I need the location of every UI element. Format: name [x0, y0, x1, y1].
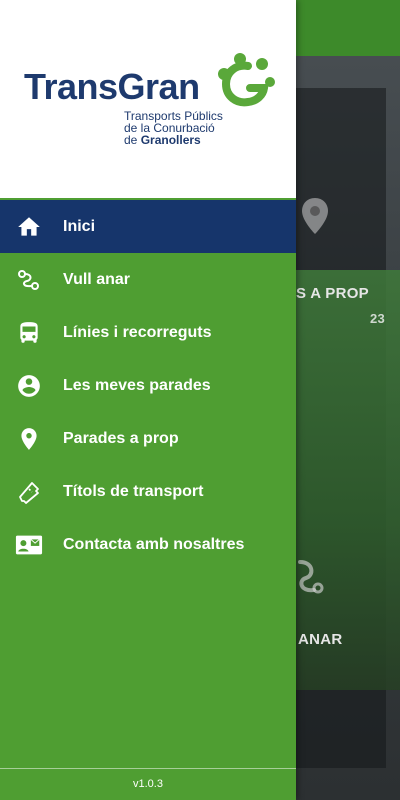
menu-item-label: Contacta amb nosaltres [63, 535, 245, 553]
route-icon [15, 266, 43, 294]
location-pin-icon [15, 425, 43, 453]
bus-icon [15, 319, 43, 347]
brand-logo-icon [218, 53, 275, 107]
menu-item-label: Inici [63, 217, 96, 235]
menu-item-label: Títols de transport [63, 482, 204, 500]
navigation-drawer: TransGran Transports Públics de la Conur… [0, 0, 296, 800]
brand-subtitle-line3-prefix: de [124, 133, 141, 147]
menu-item-inici[interactable]: Inici [0, 200, 296, 253]
background-go-label: ANAR [298, 631, 343, 648]
drawer-header: TransGran Transports Públics de la Conur… [0, 0, 296, 200]
menu-item-label: Parades a prop [63, 429, 179, 447]
home-icon [15, 213, 43, 241]
menu-item-les-meves-parades[interactable]: Les meves parades [0, 359, 296, 412]
menu-item-label: Línies i recorreguts [63, 323, 212, 341]
brand-subtitle: Transports Públics de la Conurbació de G… [124, 110, 223, 146]
ticket-icon [15, 478, 43, 506]
contact-card-icon [15, 531, 43, 559]
brand-subtitle-line3: de Granollers [124, 134, 223, 146]
brand-wordmark: TransGran [24, 66, 200, 107]
background-location-pin-icon [302, 198, 328, 234]
footer-divider [0, 768, 296, 769]
menu-item-label: Les meves parades [63, 376, 211, 394]
brand-subtitle-line3-strong: Granollers [140, 133, 201, 147]
menu-item-label: Vull anar [63, 270, 130, 288]
background-route-icon [298, 560, 324, 594]
drawer-menu: Inici Vull anar Línies i recorreguts Les… [0, 200, 296, 571]
menu-item-parades-a-prop[interactable]: Parades a prop [0, 412, 296, 465]
menu-item-vull-anar[interactable]: Vull anar [0, 253, 296, 306]
menu-item-linies[interactable]: Línies i recorreguts [0, 306, 296, 359]
menu-item-contacta[interactable]: Contacta amb nosaltres [0, 518, 296, 571]
background-nearby-label: S A PROP [296, 285, 369, 302]
account-circle-icon [15, 372, 43, 400]
background-bus-number: 23 [370, 311, 386, 326]
background-bus-image [296, 270, 400, 690]
app-version-text: v1.0.3 [133, 778, 163, 790]
background-app-bar [296, 0, 400, 56]
menu-item-titols-de-transport[interactable]: Títols de transport [0, 465, 296, 518]
